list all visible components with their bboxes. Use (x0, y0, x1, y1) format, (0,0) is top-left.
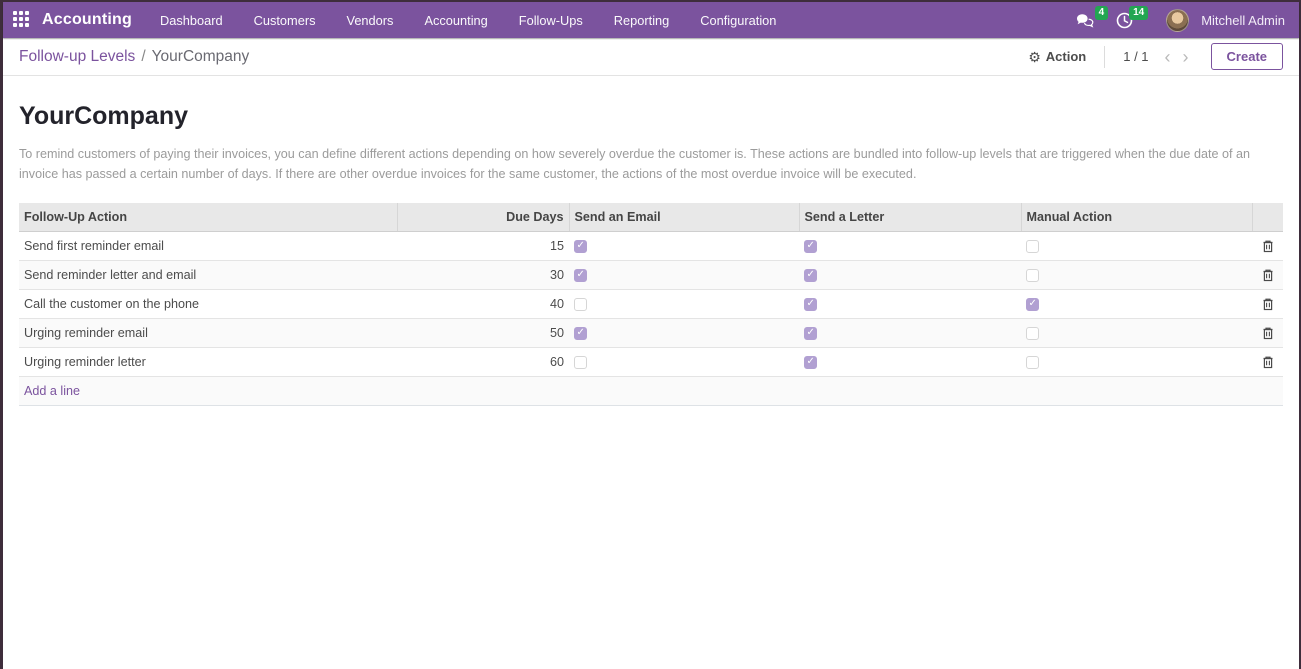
send-letter-checkbox[interactable] (804, 269, 817, 282)
trash-icon (1262, 239, 1274, 253)
column-header-send-email[interactable]: Send an Email (569, 203, 799, 232)
pager-previous-button[interactable]: ‹ (1159, 48, 1177, 66)
control-panel-right: ⚙ Action 1 / 1 ‹ › Create (1028, 43, 1283, 70)
due-days-cell[interactable]: 60 (397, 348, 569, 377)
breadcrumb: Follow-up Levels / YourCompany (19, 48, 249, 66)
followup-action-cell[interactable]: Send reminder letter and email (19, 261, 397, 290)
nav-item-customers[interactable]: Customers (252, 3, 318, 38)
send-letter-checkbox[interactable] (804, 240, 817, 253)
activities-count-badge: 14 (1129, 6, 1148, 20)
manual-action-checkbox[interactable] (1026, 240, 1039, 253)
manual-action-checkbox[interactable] (1026, 356, 1039, 369)
delete-row-button[interactable] (1262, 239, 1274, 253)
due-days-cell[interactable]: 40 (397, 290, 569, 319)
column-header-due-days[interactable]: Due Days (397, 203, 569, 232)
nav-item-dashboard[interactable]: Dashboard (158, 3, 225, 38)
app-name[interactable]: Accounting (42, 11, 132, 29)
send-email-checkbox[interactable] (574, 269, 587, 282)
create-button[interactable]: Create (1211, 43, 1283, 70)
table-row[interactable]: Send first reminder email 15 (19, 232, 1283, 261)
messages-count-badge: 4 (1095, 6, 1109, 20)
control-panel: Follow-up Levels / YourCompany ⚙ Action … (3, 38, 1299, 76)
messages-button[interactable]: 4 (1076, 8, 1102, 32)
add-line-row: Add a line (19, 377, 1283, 406)
nav-item-vendors[interactable]: Vendors (344, 3, 395, 38)
due-days-cell[interactable]: 15 (397, 232, 569, 261)
navbar-right: 4 14 Mitchell Admin (1076, 8, 1285, 32)
followup-action-cell[interactable]: Call the customer on the phone (19, 290, 397, 319)
top-navbar: Accounting Dashboard Customers Vendors A… (3, 2, 1299, 38)
column-header-followup-action[interactable]: Follow-Up Action (19, 203, 397, 232)
due-days-cell[interactable]: 30 (397, 261, 569, 290)
send-letter-checkbox[interactable] (804, 327, 817, 340)
table-row[interactable]: Urging reminder email 50 (19, 319, 1283, 348)
followup-action-cell[interactable]: Send first reminder email (19, 232, 397, 261)
add-a-line-link[interactable]: Add a line (24, 384, 80, 398)
column-header-delete (1252, 203, 1283, 232)
send-email-checkbox[interactable] (574, 240, 587, 253)
nav-item-follow-ups[interactable]: Follow-Ups (517, 3, 585, 38)
send-letter-checkbox[interactable] (804, 298, 817, 311)
gear-icon: ⚙ (1028, 50, 1041, 64)
breadcrumb-separator: / (141, 48, 145, 66)
delete-row-button[interactable] (1262, 326, 1274, 340)
page-title: YourCompany (19, 102, 1283, 131)
nav-item-configuration[interactable]: Configuration (698, 3, 778, 38)
column-header-manual-action[interactable]: Manual Action (1021, 203, 1252, 232)
table-row[interactable]: Send reminder letter and email 30 (19, 261, 1283, 290)
page-description: To remind customers of paying their invo… (19, 144, 1272, 184)
table-row[interactable]: Call the customer on the phone 40 (19, 290, 1283, 319)
delete-row-button[interactable] (1262, 297, 1274, 311)
send-email-checkbox[interactable] (574, 356, 587, 369)
trash-icon (1262, 268, 1274, 282)
app-window: Accounting Dashboard Customers Vendors A… (0, 0, 1301, 669)
user-name[interactable]: Mitchell Admin (1201, 13, 1285, 28)
pager-counter: 1 / 1 (1123, 49, 1148, 64)
main-content: YourCompany To remind customers of payin… (3, 102, 1299, 406)
nav-item-accounting[interactable]: Accounting (422, 3, 489, 38)
manual-action-checkbox[interactable] (1026, 298, 1039, 311)
nav-item-reporting[interactable]: Reporting (612, 3, 672, 38)
manual-action-checkbox[interactable] (1026, 327, 1039, 340)
send-email-checkbox[interactable] (574, 298, 587, 311)
breadcrumb-parent-link[interactable]: Follow-up Levels (19, 48, 135, 66)
action-button-label: Action (1046, 49, 1086, 64)
due-days-cell[interactable]: 50 (397, 319, 569, 348)
send-letter-checkbox[interactable] (804, 356, 817, 369)
followup-levels-table: Follow-Up Action Due Days Send an Email … (19, 203, 1283, 406)
delete-row-button[interactable] (1262, 355, 1274, 369)
trash-icon (1262, 355, 1274, 369)
trash-icon (1262, 297, 1274, 311)
breadcrumb-current: YourCompany (152, 48, 250, 66)
nav-menu: Dashboard Customers Vendors Accounting F… (158, 3, 778, 38)
manual-action-checkbox[interactable] (1026, 269, 1039, 282)
send-email-checkbox[interactable] (574, 327, 587, 340)
trash-icon (1262, 326, 1274, 340)
apps-grid-icon[interactable] (13, 11, 31, 29)
delete-row-button[interactable] (1262, 268, 1274, 282)
divider (1104, 46, 1105, 68)
activities-button[interactable]: 14 (1116, 8, 1142, 32)
action-menu-button[interactable]: ⚙ Action (1028, 49, 1086, 64)
followup-action-cell[interactable]: Urging reminder email (19, 319, 397, 348)
pager-next-button[interactable]: › (1177, 48, 1195, 66)
followup-action-cell[interactable]: Urging reminder letter (19, 348, 397, 377)
table-row[interactable]: Urging reminder letter 60 (19, 348, 1283, 377)
user-avatar[interactable] (1166, 9, 1189, 32)
column-header-send-letter[interactable]: Send a Letter (799, 203, 1021, 232)
table-header-row: Follow-Up Action Due Days Send an Email … (19, 203, 1283, 232)
